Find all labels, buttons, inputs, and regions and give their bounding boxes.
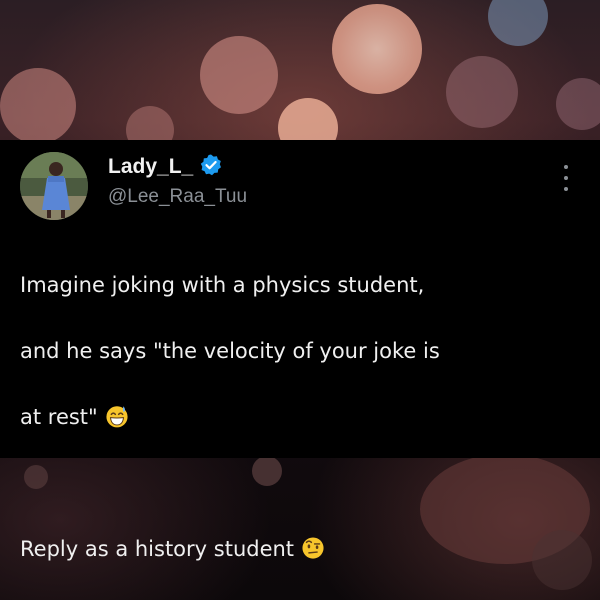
- tweet-text: Imagine joking with a physics student, a…: [20, 236, 585, 599]
- grinning-sweat-emoji-icon: [106, 406, 128, 428]
- tweet-text-line: ​: [20, 467, 585, 500]
- tweet-text-line: Imagine joking with a physics student,: [20, 273, 425, 297]
- display-name[interactable]: Lady_L_: [108, 155, 193, 179]
- raised-eyebrow-emoji-icon: [302, 537, 324, 559]
- bokeh-light: [446, 56, 518, 128]
- bokeh-light: [556, 78, 600, 130]
- avatar[interactable]: [20, 152, 88, 220]
- bokeh-light: [488, 0, 548, 46]
- tweet-text-fragment: at rest": [20, 405, 98, 429]
- verified-badge-icon: [200, 154, 221, 176]
- tweet-card: Lady_L_ @Lee_Raa_Tuu Imagine joking with…: [0, 140, 600, 561]
- bokeh-light: [332, 4, 422, 94]
- tweet-text-fragment: Reply as a history student: [20, 537, 295, 561]
- tweet-text-line: Reply as a history student: [20, 533, 585, 566]
- bokeh-light: [0, 68, 76, 144]
- tweet-text-line: at rest": [20, 401, 585, 434]
- tweet-text-line: and he says "the velocity of your joke i…: [20, 339, 440, 363]
- user-handle[interactable]: @Lee_Raa_Tuu: [108, 186, 247, 208]
- more-options-icon[interactable]: [558, 165, 574, 191]
- bokeh-light: [200, 36, 278, 114]
